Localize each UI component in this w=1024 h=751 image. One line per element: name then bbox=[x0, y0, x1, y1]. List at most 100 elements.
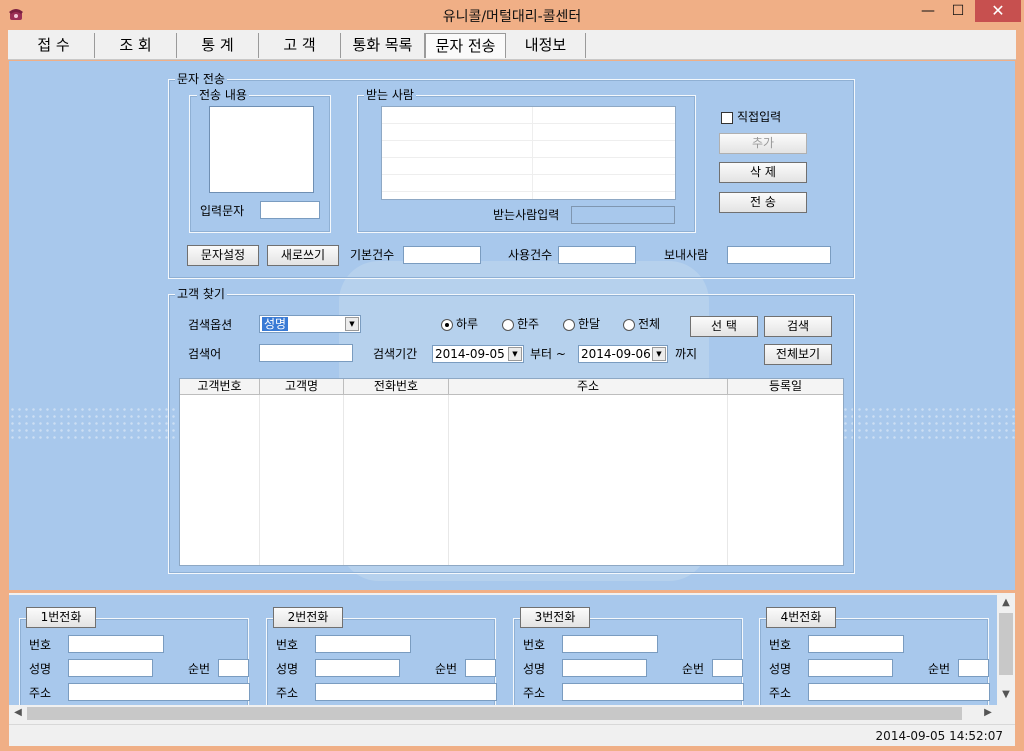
col-header-phone[interactable]: 전화번호 bbox=[344, 379, 449, 395]
select-button[interactable]: 선 택 bbox=[690, 316, 758, 337]
radio-all[interactable] bbox=[623, 319, 635, 331]
minimize-button[interactable]: — bbox=[913, 0, 943, 22]
sender-label: 보내사람 bbox=[664, 248, 709, 262]
phone-1-addr-field[interactable] bbox=[68, 683, 250, 701]
vertical-scroll-thumb[interactable] bbox=[999, 613, 1013, 675]
tab-statistics[interactable]: 통 계 bbox=[177, 33, 259, 58]
close-button[interactable]: ✕ bbox=[975, 0, 1021, 22]
phone-3-seq-field[interactable] bbox=[712, 659, 743, 677]
phone-3-name-label: 성명 bbox=[523, 662, 546, 676]
radio-week[interactable] bbox=[502, 319, 514, 331]
send-button[interactable]: 전 송 bbox=[719, 192, 807, 213]
scroll-right-icon[interactable]: ▶ bbox=[981, 707, 995, 718]
horizontal-scroll-thumb[interactable] bbox=[27, 707, 962, 720]
phone-1-name-field[interactable] bbox=[68, 659, 153, 677]
customer-search-legend: 고객 찾기 bbox=[175, 287, 227, 301]
col-header-customer-name[interactable]: 고객명 bbox=[260, 379, 344, 395]
phone-1-seq-field[interactable] bbox=[218, 659, 249, 677]
chevron-down-icon[interactable]: ▼ bbox=[508, 347, 522, 361]
search-option-label: 검색옵션 bbox=[188, 318, 233, 332]
radio-day[interactable] bbox=[441, 319, 453, 331]
chevron-down-icon[interactable]: ▼ bbox=[652, 347, 666, 361]
radio-month[interactable] bbox=[563, 319, 575, 331]
tab-call-list[interactable]: 통화 목록 bbox=[341, 33, 425, 58]
radio-day-label: 하루 bbox=[456, 317, 479, 331]
tab-sms-send[interactable]: 문자 전송 bbox=[425, 33, 506, 58]
basic-count-label: 기본건수 bbox=[350, 248, 395, 262]
col-header-customer-no[interactable]: 고객번호 bbox=[180, 379, 260, 395]
phone-2-addr-field[interactable] bbox=[315, 683, 497, 701]
phone-3-addr-field[interactable] bbox=[562, 683, 744, 701]
radio-week-label: 한주 bbox=[517, 317, 540, 331]
phone-1-no-field[interactable] bbox=[68, 635, 164, 653]
keyword-label: 검색어 bbox=[188, 347, 222, 361]
col-header-reg-date[interactable]: 등록일 bbox=[728, 379, 843, 395]
vertical-scrollbar[interactable]: ▲ ▼ bbox=[997, 595, 1015, 705]
col-header-address[interactable]: 주소 bbox=[449, 379, 728, 395]
phone-4-addr-label: 주소 bbox=[769, 686, 792, 700]
recipient-input-field[interactable] bbox=[571, 206, 675, 224]
recipients-list[interactable] bbox=[381, 106, 676, 200]
phone-3-name-field[interactable] bbox=[562, 659, 647, 677]
sms-content-legend: 전송 내용 bbox=[197, 88, 249, 102]
new-write-button[interactable]: 새로쓰기 bbox=[267, 245, 339, 266]
date-to-picker[interactable]: 2014-09-06 ▼ bbox=[578, 345, 668, 363]
phone-1-name-label: 성명 bbox=[29, 662, 52, 676]
horizontal-scrollbar[interactable]: ◀ ▶ bbox=[9, 705, 997, 722]
used-count-field[interactable] bbox=[558, 246, 636, 264]
phone-2-tab[interactable]: 2번전화 bbox=[273, 607, 343, 628]
phone-panels: 1번전화 번호 성명 순번 주소 2번전화 번호 성명 순번 주소 3번전화 번… bbox=[9, 595, 997, 705]
phone-3-seq-label: 순번 bbox=[682, 662, 705, 676]
title-bar: 유니콜/머털대리-콜센터 — ☐ ✕ bbox=[0, 0, 1024, 30]
phone-4-no-field[interactable] bbox=[808, 635, 904, 653]
tab-my-info[interactable]: 내정보 bbox=[506, 33, 586, 58]
phone-1-tab[interactable]: 1번전화 bbox=[26, 607, 96, 628]
used-count-label: 사용건수 bbox=[508, 248, 553, 262]
phone-3-no-field[interactable] bbox=[562, 635, 658, 653]
phone-2-seq-label: 순번 bbox=[435, 662, 458, 676]
phone-4-addr-field[interactable] bbox=[808, 683, 990, 701]
phone-3-no-label: 번호 bbox=[523, 638, 546, 652]
recipient-input-label: 받는사람입력 bbox=[493, 208, 560, 222]
radio-all-label: 전체 bbox=[638, 317, 661, 331]
status-datetime: 2014-09-05 14:52:07 bbox=[875, 729, 1003, 743]
search-option-select[interactable]: 성명 ▼ bbox=[259, 315, 361, 333]
sender-field[interactable] bbox=[727, 246, 831, 264]
window-title: 유니콜/머털대리-콜센터 bbox=[442, 9, 582, 25]
scroll-down-icon[interactable]: ▼ bbox=[997, 689, 1015, 700]
keyword-field[interactable] bbox=[259, 344, 353, 362]
phone-4-seq-field[interactable] bbox=[958, 659, 989, 677]
from-suffix: 부터 ~ bbox=[530, 347, 566, 361]
phone-4-name-field[interactable] bbox=[808, 659, 893, 677]
tab-customer[interactable]: 고 객 bbox=[259, 33, 341, 58]
phone-2-no-label: 번호 bbox=[276, 638, 299, 652]
tab-inquiry[interactable]: 조 회 bbox=[95, 33, 177, 58]
date-from-picker[interactable]: 2014-09-05 ▼ bbox=[432, 345, 524, 363]
view-all-button[interactable]: 전체보기 bbox=[764, 344, 832, 365]
basic-count-field[interactable] bbox=[403, 246, 481, 264]
date-from-value: 2014-09-05 bbox=[435, 347, 505, 361]
scroll-left-icon[interactable]: ◀ bbox=[11, 707, 25, 718]
phone-4-tab[interactable]: 4번전화 bbox=[766, 607, 836, 628]
customer-results-table[interactable]: 고객번호 고객명 전화번호 주소 등록일 bbox=[179, 378, 844, 566]
chevron-down-icon[interactable]: ▼ bbox=[345, 317, 359, 331]
phone-1-addr-label: 주소 bbox=[29, 686, 52, 700]
search-button[interactable]: 검색 bbox=[764, 316, 832, 337]
search-option-value: 성명 bbox=[262, 317, 289, 331]
recipients-legend: 받는 사람 bbox=[364, 88, 416, 102]
phone-2-seq-field[interactable] bbox=[465, 659, 496, 677]
phone-3-tab[interactable]: 3번전화 bbox=[520, 607, 590, 628]
maximize-button[interactable]: ☐ bbox=[943, 0, 973, 22]
sms-content-textarea[interactable] bbox=[209, 106, 314, 193]
phone-2-no-field[interactable] bbox=[315, 635, 411, 653]
main-panel: 문자 전송 전송 내용 입력문자 받는 사람 받는사람입력 직접입력 추가 삭 … bbox=[9, 61, 1015, 590]
phone-2-name-field[interactable] bbox=[315, 659, 400, 677]
msg-settings-button[interactable]: 문자설정 bbox=[187, 245, 259, 266]
direct-input-checkbox[interactable] bbox=[721, 112, 733, 124]
tab-reception[interactable]: 접 수 bbox=[13, 33, 95, 58]
scroll-up-icon[interactable]: ▲ bbox=[997, 597, 1015, 608]
input-chars-field[interactable] bbox=[260, 201, 320, 219]
add-button[interactable]: 추가 bbox=[719, 133, 807, 154]
phone-2-addr-label: 주소 bbox=[276, 686, 299, 700]
delete-button[interactable]: 삭 제 bbox=[719, 162, 807, 183]
